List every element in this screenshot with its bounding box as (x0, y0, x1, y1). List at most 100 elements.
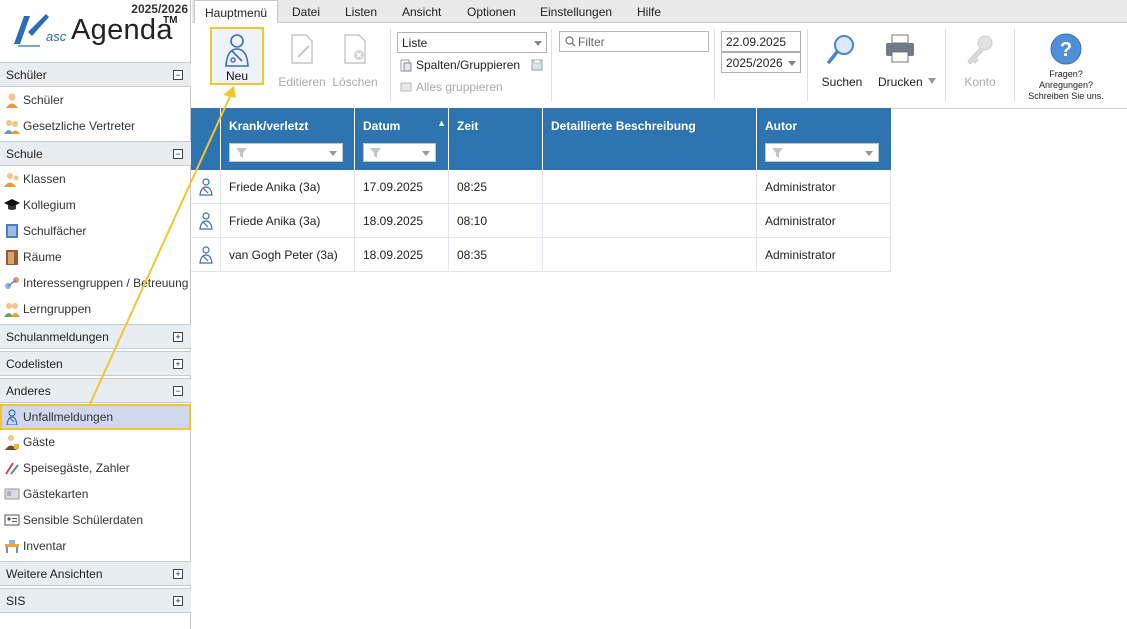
expand-icon[interactable]: + (173, 359, 183, 369)
desk-icon (5, 540, 19, 553)
injured-person-icon (6, 409, 18, 425)
column-header-krank[interactable]: Krank/verletzt (221, 108, 355, 170)
table-row[interactable]: van Gogh Peter (3a) 18.09.2025 08:35 Adm… (191, 238, 891, 272)
section-title: Schüler (6, 68, 47, 82)
print-button[interactable]: Drucken (874, 29, 940, 89)
expand-icon[interactable]: + (173, 596, 183, 606)
section-sis[interactable]: SIS + (0, 588, 191, 613)
tab-ansicht[interactable]: Ansicht (402, 0, 441, 23)
column-filter[interactable] (765, 143, 879, 162)
feedback-label: Fragen? Anregungen? Schreiben Sie uns. (1024, 69, 1108, 102)
table-row[interactable]: Friede Anika (3a) 18.09.2025 08:10 Admin… (191, 204, 891, 238)
interest-groups-icon (5, 277, 19, 289)
chevron-down-icon (865, 151, 873, 156)
sidebar-item-label: Gäste (23, 435, 56, 449)
parents-icon (4, 120, 20, 134)
table-header: Krank/verletzt Datum ▲ Zeit Detaillierte… (191, 108, 891, 170)
table-row[interactable]: Friede Anika (3a) 17.09.2025 08:25 Admin… (191, 170, 891, 204)
column-header-datum[interactable]: Datum ▲ (355, 108, 449, 170)
meal-icon (5, 462, 19, 475)
account-button[interactable]: Konto (955, 29, 1005, 89)
collapse-icon[interactable]: − (173, 386, 183, 396)
sidebar-item-speisegaeste[interactable]: Speisegäste, Zahler (0, 455, 191, 481)
sidebar-item-label: Gesetzliche Vertreter (23, 119, 136, 133)
tab-datei[interactable]: Datei (292, 0, 320, 23)
cell-text: 08:25 (457, 180, 488, 194)
key-icon (967, 35, 993, 65)
feedback-button[interactable]: ? Fragen? Anregungen? Schreiben Sie uns. (1024, 29, 1108, 101)
sidebar-item-schueler[interactable]: Schüler (0, 87, 191, 113)
edit-button[interactable]: Editieren (278, 29, 326, 89)
row-icon-cell (191, 238, 221, 272)
tab-einstellungen[interactable]: Einstellungen (540, 0, 612, 23)
columns-group-button[interactable]: Spalten/Gruppieren (400, 57, 550, 75)
sidebar-item-label: Klassen (23, 172, 66, 186)
feedback-line-2: Anregungen? (1038, 80, 1094, 90)
sidebar-item-gaeste[interactable]: Gäste (0, 429, 191, 455)
sidebar-item-schulfaecher[interactable]: Schulfächer (0, 218, 191, 244)
column-title: Datum (363, 119, 401, 133)
row-icon-cell (191, 170, 221, 204)
search-icon (565, 36, 576, 47)
expand-icon[interactable]: + (173, 332, 183, 342)
search-button[interactable]: Suchen (817, 29, 867, 89)
section-anderes[interactable]: Anderes − (0, 378, 191, 403)
sidebar-item-gaestekarten[interactable]: Gästekarten (0, 481, 191, 507)
filter-input[interactable]: Filter (559, 31, 709, 52)
tab-hilfe[interactable]: Hilfe (637, 0, 661, 23)
section-weitere-ansichten[interactable]: Weitere Ansichten + (0, 561, 191, 586)
section-schueler[interactable]: Schüler − (0, 62, 191, 87)
column-filter[interactable] (229, 143, 343, 162)
logo-prefix: asc (46, 29, 67, 44)
collapse-icon[interactable]: − (173, 149, 183, 159)
group-all-label: Alles gruppieren (416, 80, 503, 94)
section-title: Anderes (6, 384, 51, 398)
section-schule[interactable]: Schule − (0, 141, 191, 166)
account-button-label: Konto (964, 75, 996, 89)
section-codelisten[interactable]: Codelisten + (0, 351, 191, 376)
magnifier-icon (827, 35, 854, 64)
injured-person-icon (199, 246, 213, 264)
save-icon[interactable] (531, 59, 543, 71)
feedback-line-1: Fragen? (1049, 69, 1083, 79)
view-select[interactable]: Liste (397, 32, 547, 53)
sidebar-item-label: Inventar (23, 539, 67, 553)
cell-description (543, 170, 757, 204)
sidebar-item-raeume[interactable]: Räume (0, 244, 191, 270)
school-year-select[interactable]: 2025/2026 (721, 52, 801, 73)
sidebar-item-kollegium[interactable]: Kollegium (0, 192, 191, 218)
group-all-button[interactable]: Alles gruppieren (400, 79, 550, 97)
date-field[interactable]: 22.09.2025 (721, 31, 801, 52)
print-dropdown-icon[interactable] (928, 78, 936, 84)
section-title: Schule (6, 147, 43, 161)
sidebar-item-interessengruppen[interactable]: Interessengruppen / Betreuung (0, 270, 191, 296)
sidebar-item-unfallmeldungen[interactable]: Unfallmeldungen (0, 404, 191, 430)
new-button[interactable]: Neu (210, 27, 264, 85)
chevron-down-icon (788, 61, 796, 66)
group-icon (400, 82, 412, 92)
cell-text: 18.09.2025 (363, 214, 424, 228)
collapse-icon[interactable]: − (173, 70, 183, 80)
sidebar-item-sensible-schuelerdaten[interactable]: Sensible Schülerdaten (0, 507, 191, 533)
column-header-autor[interactable]: Autor (757, 108, 891, 170)
sidebar-item-lerngruppen[interactable]: Lerngruppen (0, 296, 191, 322)
tab-listen[interactable]: Listen (345, 0, 377, 23)
sidebar-item-inventar[interactable]: Inventar (0, 533, 191, 559)
column-header-beschreibung[interactable]: Detaillierte Beschreibung (543, 108, 757, 170)
expand-icon[interactable]: + (173, 569, 183, 579)
sidebar-item-label: Schulfächer (23, 224, 87, 238)
tab-hauptmenue[interactable]: Hauptmenü (194, 0, 278, 24)
sidebar-item-gesetzliche-vertreter[interactable]: Gesetzliche Vertreter (0, 113, 191, 139)
cell-name: Friede Anika (3a) (221, 170, 355, 204)
column-header-zeit[interactable]: Zeit (449, 108, 543, 170)
menu-bar: Hauptmenü Datei Listen Ansicht Optionen … (192, 0, 1127, 24)
search-button-label: Suchen (821, 75, 863, 89)
chevron-down-icon (534, 41, 542, 46)
delete-button[interactable]: Löschen (330, 29, 380, 89)
column-filter[interactable] (363, 143, 436, 162)
tab-optionen[interactable]: Optionen (467, 0, 516, 23)
cell-time: 08:35 (449, 238, 543, 272)
injured-person-icon (199, 212, 213, 230)
sidebar-item-klassen[interactable]: Klassen (0, 166, 191, 192)
section-schulanmeldungen[interactable]: Schulanmeldungen + (0, 324, 191, 349)
